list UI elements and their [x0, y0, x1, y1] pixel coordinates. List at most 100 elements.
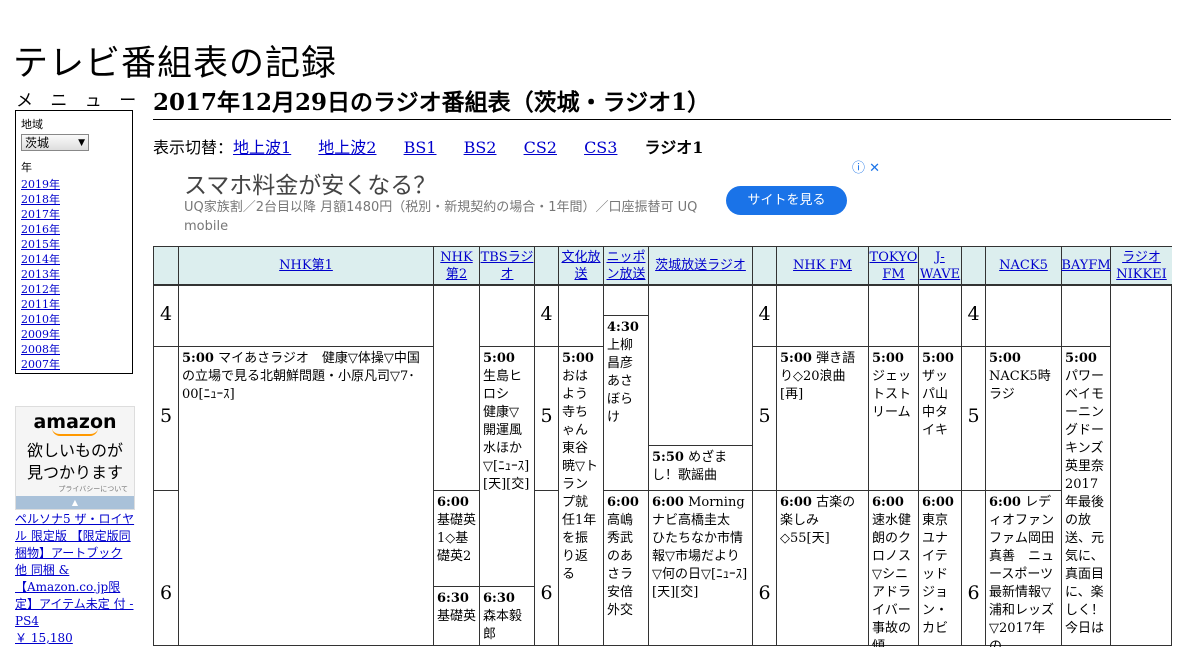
- switch-tab[interactable]: CS2: [524, 138, 557, 157]
- channel-column-tokyofm: TOKYO FM 5:00 ジェットストリーム 6:00 速水健朗のクロノス▽シ…: [869, 247, 919, 647]
- product-price[interactable]: ￥ 15,180: [15, 631, 73, 645]
- view-switcher: 表示切替：地上波1 地上波2 BS1 BS2 CS2 CS3 ラジオ1: [153, 134, 725, 158]
- channel-link[interactable]: 文化放送: [559, 249, 603, 283]
- year-link[interactable]: 2013年: [21, 268, 60, 281]
- program-cell[interactable]: 6:00 基礎英1◇基礎英2: [434, 491, 479, 587]
- program-cell[interactable]: 6:30 森本毅郎: [480, 587, 534, 647]
- program-cell[interactable]: 5:00 ザッパ山中タイキ: [919, 347, 961, 490]
- program-cell[interactable]: 6:00 速水健朗のクロノス▽シニアドライバー事故の傾: [869, 491, 918, 647]
- switch-tab[interactable]: CS3: [584, 138, 617, 157]
- year-link[interactable]: 2016年: [21, 223, 60, 236]
- program-cell[interactable]: 4:30 上柳昌彦あさぼらけ: [604, 316, 648, 490]
- program-cell[interactable]: 6:00 レディオファンファム岡田真善 ニュースポーツ最新情報▽浦和レッズ▽20…: [986, 491, 1061, 647]
- channel-column-ibaraki: 茨城放送ラジオ 5:50 めざまし！歌謡曲 6:00 Morningナビ高橋圭太…: [649, 247, 753, 645]
- switch-label: 表示切替：: [153, 138, 234, 157]
- privacy-link[interactable]: プライバシーについて: [16, 484, 134, 494]
- hour-label: 6: [159, 582, 173, 604]
- switch-tab[interactable]: 地上波1: [233, 138, 291, 157]
- hour-label: 5: [758, 405, 771, 427]
- channel-link[interactable]: J-WAVE: [919, 249, 961, 283]
- year-link[interactable]: 2017年: [21, 208, 60, 221]
- dropdown-arrow-icon: ▼: [78, 137, 85, 148]
- hour-label: 6: [540, 582, 553, 604]
- hour-label: 4: [967, 303, 980, 325]
- year-link[interactable]: 2019年: [21, 178, 60, 191]
- ad-close-icon[interactable]: ⓘ ✕: [852, 157, 880, 176]
- product-link[interactable]: ペルソナ5 ザ・ロイヤル 限定版 【限定版同梱物】アートブック 他 同梱 & 【…: [15, 512, 134, 628]
- channel-link[interactable]: NHK FM: [793, 257, 852, 274]
- program-cell[interactable]: 5:00 NACK5時ラジ: [986, 347, 1061, 490]
- menu-heading: メ ニ ュ ー: [16, 91, 143, 111]
- channel-link[interactable]: ラジオNIKKEI: [1111, 249, 1172, 283]
- channel-column-bayfm: BAYFM 5:00 パワーベイモーニングドーキンズ英里奈2017年最後の放送、…: [1061, 247, 1111, 647]
- program-cell[interactable]: 5:00 マイあさラジオ 健康▽体操▽中国の立場で見る北朝鮮問題・小原凡司▽7･…: [179, 347, 433, 647]
- hour-label: 6: [758, 582, 771, 604]
- year-link[interactable]: 2011年: [21, 298, 60, 311]
- menu-box: 地域 茨城 ▼ 年 2019年 2018年 2017年 2016年 2015年 …: [15, 110, 133, 374]
- program-cell[interactable]: 6:00 東京ユナイテッドジョン・カビ: [919, 491, 961, 647]
- hour-column: 4 5 6: [753, 247, 777, 645]
- channel-column-nhk2: NHK第2 6:00 基礎英1◇基礎英2 6:30 基礎英: [434, 247, 480, 645]
- year-list: 2019年 2018年 2017年 2016年 2015年 2014年 2013…: [21, 177, 132, 372]
- switch-tab[interactable]: BS1: [404, 138, 437, 157]
- program-cell[interactable]: 6:00 高嶋秀武のあさラ安倍外交: [604, 491, 648, 647]
- ad-cta-button[interactable]: サイトを見る: [726, 186, 847, 215]
- channel-column-tbs: TBSラジオ 5:00 生島ヒロシ 健康▽開運風水ほか▽[ﾆｭｰｽ][天][交]…: [480, 247, 535, 645]
- program-cell[interactable]: 5:50 めざまし！歌謡曲: [649, 446, 752, 490]
- amazon-tagline: 欲しいものが: [26, 441, 123, 460]
- channel-column-jwave: J-WAVE 5:00 ザッパ山中タイキ 6:00 東京ユナイテッドジョン・カビ: [919, 247, 962, 645]
- ad-headline: スマホ料金が安くなる？: [184, 173, 437, 199]
- channel-link[interactable]: 茨城放送ラジオ: [655, 257, 746, 274]
- channel-link[interactable]: ニッポン放送: [604, 249, 648, 283]
- amazon-logo: amazon: [33, 411, 117, 433]
- channel-column-nikkei: ラジオNIKKEI: [1111, 247, 1172, 645]
- amazon-ad[interactable]: amazon 欲しいものが 見つかります プライバシーについて ▲: [15, 406, 135, 510]
- year-link[interactable]: 2014年: [21, 253, 60, 266]
- program-cell[interactable]: 6:00 古楽の楽しみ◇55[天]: [777, 491, 868, 647]
- program-cell[interactable]: 6:00 Morningナビ高橋圭太 ひたちなか市情報▽市場だより▽何の日▽[ﾆ…: [649, 491, 752, 647]
- channel-column-nhk1: NHK第1 5:00 マイあさラジオ 健康▽体操▽中国の立場で見る北朝鮮問題・小…: [179, 247, 434, 645]
- channel-link[interactable]: TOKYO FM: [869, 249, 918, 283]
- switch-tab[interactable]: 地上波2: [318, 138, 376, 157]
- region-value: 茨城: [25, 136, 50, 150]
- channel-column-bunka: 文化放送 5:00 おはよう寺ちゃん東谷暁▽トランプ就任1年を振り返る: [559, 247, 604, 645]
- amazon-product[interactable]: ペルソナ5 ザ・ロイヤル 限定版 【限定版同梱物】アートブック 他 同梱 & 【…: [15, 511, 137, 647]
- hour-label: 5: [159, 405, 173, 427]
- program-cell[interactable]: 5:00 パワーベイモーニングドーキンズ英里奈2017年最後の放送、元気に、真面…: [1062, 347, 1110, 647]
- hour-column: 4 5 6: [535, 247, 559, 645]
- site-title: テレビ番組表の記録: [13, 44, 338, 85]
- channel-column-nippon: ニッポン放送 4:30 上柳昌彦あさぼらけ 6:00 高嶋秀武のあさラ安倍外交: [604, 247, 649, 645]
- hour-column: 4 5 6: [154, 247, 179, 645]
- program-cell[interactable]: 5:00 弾き語り◇20浪曲[再]: [777, 347, 868, 490]
- year-link[interactable]: 2012年: [21, 283, 60, 296]
- year-link[interactable]: 2009年: [21, 328, 60, 341]
- region-select[interactable]: 茨城 ▼: [21, 134, 89, 151]
- program-cell[interactable]: 5:00 ジェットストリーム: [869, 347, 918, 490]
- amazon-tagline: 見つかります: [26, 463, 123, 482]
- collapse-arrow-icon[interactable]: ▲: [16, 496, 134, 509]
- hour-label: 5: [540, 405, 553, 427]
- year-label: 年: [21, 161, 32, 174]
- year-link[interactable]: 2008年: [21, 343, 60, 356]
- ad-body: UQ家族割／2台目以降 月額1480円（税別・新規契約の場合・1年間）／口座振替…: [184, 200, 698, 234]
- year-link[interactable]: 2018年: [21, 193, 60, 206]
- hour-column: 4 5 6: [962, 247, 986, 645]
- program-cell[interactable]: 6:30 基礎英: [434, 587, 479, 647]
- channel-column-nack5: NACK5 5:00 NACK5時ラジ 6:00 レディオファンファム岡田真善 ニ…: [986, 247, 1062, 647]
- channel-link[interactable]: NACK5: [999, 257, 1048, 274]
- ad-banner[interactable]: スマホ料金が安くなる？ UQ家族割／2台目以降 月額1480円（税別・新規契約の…: [153, 157, 880, 243]
- hour-label: 6: [967, 582, 980, 604]
- channel-link[interactable]: NHK第1: [279, 257, 333, 274]
- channel-link[interactable]: BAYFM: [1061, 257, 1110, 274]
- switch-tab-current: ラジオ1: [644, 138, 704, 157]
- program-cell[interactable]: 5:00 おはよう寺ちゃん東谷暁▽トランプ就任1年を振り返る: [559, 347, 603, 647]
- hour-label: 4: [758, 303, 771, 325]
- switch-tab[interactable]: BS2: [464, 138, 497, 157]
- year-link[interactable]: 2015年: [21, 238, 60, 251]
- program-cell[interactable]: 5:00 生島ヒロシ 健康▽開運風水ほか▽[ﾆｭｰｽ][天][交]: [480, 347, 534, 587]
- page-title: 2017年12月29日のラジオ番組表（茨城・ラジオ1）: [153, 83, 1171, 120]
- channel-link[interactable]: NHK第2: [434, 249, 479, 283]
- channel-link[interactable]: TBSラジオ: [480, 249, 534, 283]
- year-link[interactable]: 2007年: [21, 358, 60, 371]
- year-link[interactable]: 2010年: [21, 313, 60, 326]
